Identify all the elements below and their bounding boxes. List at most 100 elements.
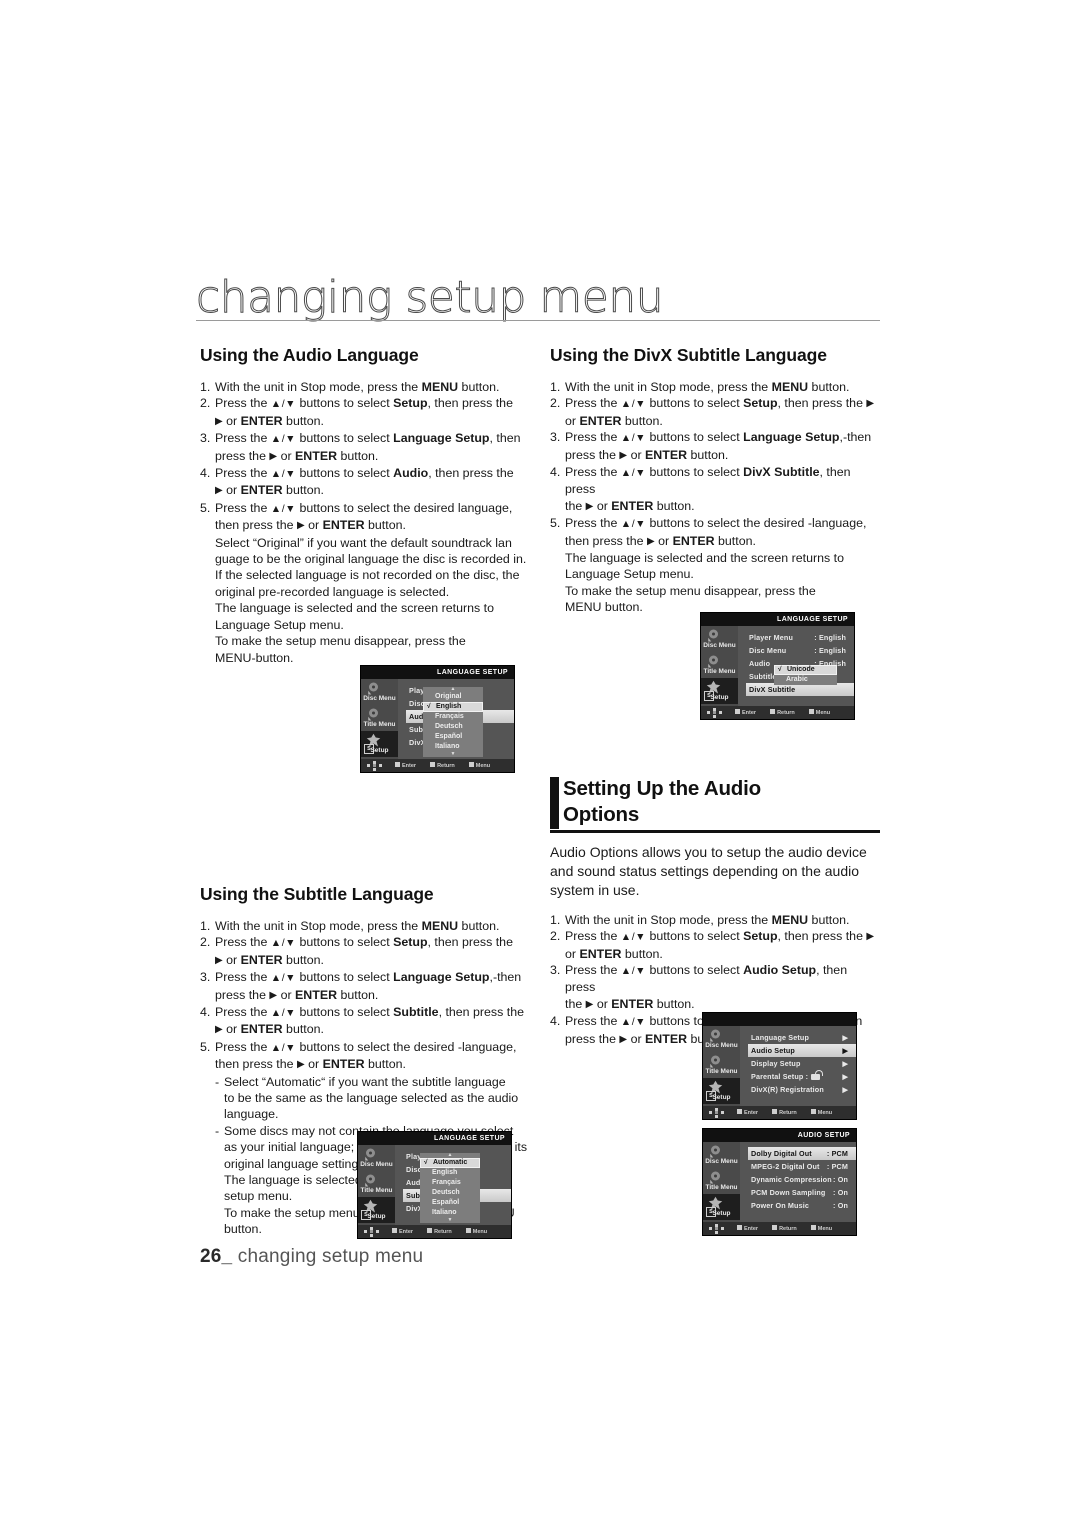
step-text: Press the ▲/▼ buttons to select DivX Sub…: [565, 465, 851, 497]
osd-sidebar-item[interactable]: Disc Menu: [703, 1142, 740, 1168]
osd-menu-row[interactable]: Display Setup ▶: [748, 1057, 856, 1070]
osd-footer-hint: Return: [427, 1228, 452, 1235]
osd-option-item[interactable]: Original: [423, 692, 483, 702]
check-icon: √: [778, 666, 782, 673]
osd-option-item[interactable]: Arabic: [774, 675, 837, 685]
osd-sidebar-item[interactable]: Disc Menu: [361, 679, 398, 705]
osd-sidebar-item[interactable]: Title Menu: [703, 1168, 740, 1194]
osd-sidebar-item[interactable]: Disc Menu: [703, 1026, 740, 1052]
dpad-icon: [709, 1107, 725, 1118]
osd-menu-row[interactable]: Player Menu : English: [746, 631, 854, 644]
instruction-step: 5. Press the ▲/▼ buttons to select the de…: [550, 515, 880, 532]
osd-row-label: MPEG-2 Digital Out: [751, 1162, 820, 1171]
step-number: 1.: [200, 918, 211, 933]
page-footer: 26_ changing setup menu: [200, 1246, 423, 1268]
osd-option-popup[interactable]: ▲ √ Automatic English Français Deutsch E…: [420, 1153, 480, 1223]
osd-sidebar-item[interactable]: S Setup: [703, 1194, 740, 1220]
osd-sidebar-item[interactable]: Title Menu: [358, 1171, 395, 1197]
step-number: 4.: [550, 1014, 561, 1029]
osd-sidebar-item[interactable]: S Setup: [703, 1078, 740, 1104]
osd-option-label: Arabic: [786, 676, 808, 683]
osd-sidebar-item[interactable]: S Setup: [701, 678, 738, 704]
osd-sidebar-label: Setup: [710, 694, 729, 701]
step-text: press the ▶ or ENTER button.: [565, 447, 729, 462]
osd-sidebar-item[interactable]: Disc Menu: [701, 626, 738, 652]
osd-option-item[interactable]: Français: [420, 1178, 480, 1188]
osd-option-label: Automatic: [433, 1159, 468, 1166]
osd-sidebar-label: Title Menu: [705, 1068, 738, 1075]
osd-footer-bar: Enter Return Menu: [361, 759, 514, 772]
osd-option-item[interactable]: Español: [423, 732, 483, 742]
osd-menu-row[interactable]: Dolby Digital Out : PCM: [748, 1147, 856, 1160]
scroll-down-icon[interactable]: ▼: [420, 1218, 480, 1223]
step-text: ▶ or ENTER button.: [215, 483, 324, 498]
osd-sidebar-item[interactable]: S Setup: [361, 731, 398, 757]
osd-sidebar-item[interactable]: S Setup: [358, 1197, 395, 1223]
instruction-step: ▶ or ENTER button.: [200, 413, 530, 430]
step-text: the ▶ or ENTER button.: [565, 498, 695, 513]
osd-menu-row[interactable]: MPEG-2 Digital Out : PCM: [748, 1160, 856, 1173]
osd-option-item[interactable]: Français: [423, 712, 483, 722]
osd-menu-row[interactable]: Power On Music : On: [748, 1199, 856, 1212]
button-dot-icon: [772, 1225, 778, 1230]
osd-menu-row[interactable]: Language Setup ▶: [748, 1031, 856, 1044]
osd-option-item[interactable]: Italiano: [420, 1208, 480, 1218]
osd-option-item[interactable]: √ Automatic: [420, 1158, 480, 1168]
osd-footer-hint: Menu: [810, 1225, 832, 1232]
osd-sidebar-item[interactable]: Title Menu: [361, 705, 398, 731]
button-dot-icon: [770, 709, 776, 714]
instruction-step: guage to be the original language the di…: [200, 551, 530, 567]
osd-sidebar-label: Disc Menu: [705, 1158, 738, 1165]
heading-accent-bar: [550, 776, 559, 829]
step-text: To make the setup menu disappear, press …: [565, 583, 816, 598]
osd-menu-row[interactable]: Dynamic Compression : On: [748, 1173, 856, 1186]
osd-row-label: Parental Setup :: [751, 1072, 809, 1081]
osd-menu-row[interactable]: DivX(R) Registration ▶: [748, 1083, 856, 1096]
instruction-step: press the ▶ or ENTER button.: [200, 987, 530, 1004]
button-dot-icon: [395, 762, 400, 767]
osd-sidebar-item[interactable]: Title Menu: [703, 1052, 740, 1078]
osd-option-label: Italiano: [432, 1209, 457, 1216]
osd-footer-hint: Enter: [737, 1225, 758, 1232]
step-text: Press the ▲/▼ buttons to select Audio, t…: [215, 466, 514, 481]
osd-menu-row[interactable]: Audio Setup ▶: [748, 1044, 856, 1057]
osd-option-item[interactable]: Español: [420, 1198, 480, 1208]
section-heading-subtitle-language: Using the Subtitle Language: [200, 883, 434, 904]
scroll-down-icon[interactable]: ▼: [423, 752, 483, 757]
osd-option-item[interactable]: √ English: [423, 702, 483, 712]
osd-row-value: : On: [833, 1201, 848, 1210]
osd-sidebar-item[interactable]: Title Menu: [701, 652, 738, 678]
step-number: 1.: [550, 380, 561, 394]
osd-option-item[interactable]: Italiano: [423, 742, 483, 752]
osd-footer-hint: Menu: [468, 762, 490, 769]
dpad-icon: [707, 707, 723, 718]
osd-menu-row[interactable]: PCM Down Sampling : On: [748, 1186, 856, 1199]
osd-row-value: : English: [814, 633, 846, 642]
osd-option-popup[interactable]: √ Unicode Arabic: [774, 665, 837, 685]
osd-body: Disc Menu Title Menu S Setup Player Menu…: [361, 679, 514, 760]
osd-option-item[interactable]: English: [420, 1168, 480, 1178]
osd-row-value: ▶: [842, 1073, 848, 1081]
osd-menu-row[interactable]: Parental Setup : ▶: [748, 1069, 856, 1083]
osd-option-item[interactable]: Deutsch: [423, 722, 483, 732]
dpad-icon: [709, 1223, 725, 1234]
page-footer-text: changing setup menu: [237, 1246, 424, 1267]
osd-sidebar-item[interactable]: Disc Menu: [358, 1145, 395, 1171]
osd-sidebar: Disc Menu Title Menu S Setup: [703, 1142, 740, 1223]
osd-option-item[interactable]: √ Unicode: [774, 665, 837, 675]
osd-row-value: : On: [833, 1188, 848, 1197]
osd-screenshot-audio-language: LANGUAGE SETUP Disc Menu Title Menu S Se…: [360, 665, 515, 773]
osd-option-popup[interactable]: ▲ Original √ English Français Deutsch Es…: [423, 687, 483, 757]
instruction-step: 2. Press the ▲/▼ buttons to select Setup,…: [550, 928, 880, 945]
osd-footer-hint: Enter: [395, 762, 416, 769]
osd-option-label: Español: [432, 1199, 460, 1206]
osd-option-item[interactable]: Deutsch: [420, 1188, 480, 1198]
step-text: language.: [224, 1107, 279, 1122]
osd-sidebar-label: Setup: [712, 1210, 731, 1217]
instruction-step: then press the ▶ or ENTER button.: [200, 1056, 530, 1073]
step-text: Press the ▲/▼ buttons to select Setup, t…: [215, 396, 513, 411]
osd-row-label: Dynamic Compression: [751, 1175, 832, 1184]
osd-menu-row[interactable]: Disc Menu : English: [746, 644, 854, 657]
osd-footer-bar: Enter Return Menu: [358, 1225, 511, 1238]
step-text: setup menu.: [224, 1189, 293, 1204]
